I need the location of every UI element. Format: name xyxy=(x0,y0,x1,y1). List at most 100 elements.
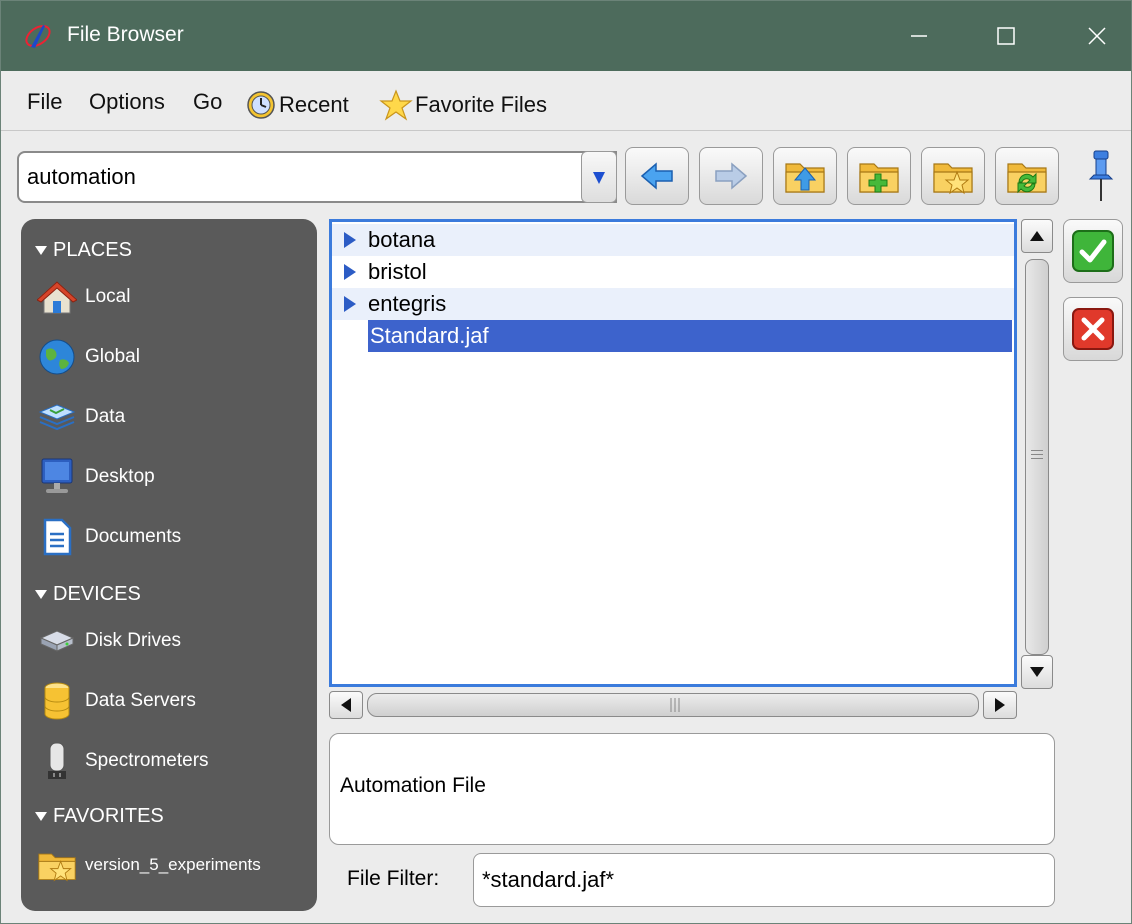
file-name: Standard.jaf xyxy=(368,320,1012,352)
sidebar-item-data-servers[interactable]: Data Servers xyxy=(37,679,307,723)
expand-arrow-icon[interactable] xyxy=(332,264,368,280)
sidebar-item-label: Desktop xyxy=(85,466,155,487)
favorites-header[interactable]: FAVORITES xyxy=(35,805,164,828)
list-item-folder[interactable]: bristol xyxy=(332,256,1014,288)
file-name: bristol xyxy=(368,259,427,284)
minimize-icon xyxy=(911,35,927,37)
maximize-button[interactable] xyxy=(976,1,1036,71)
scroll-down-button[interactable] xyxy=(1021,655,1053,689)
favorites-header-label: FAVORITES xyxy=(53,805,164,827)
ok-button[interactable] xyxy=(1063,219,1123,283)
file-name: entegris xyxy=(368,291,447,316)
menu-file[interactable]: File xyxy=(27,89,62,115)
devices-header[interactable]: DEVICES xyxy=(35,583,141,606)
vertical-scrollbar[interactable] xyxy=(1019,219,1055,689)
file-list[interactable]: botana bristol entegris Standard.jaf xyxy=(329,219,1017,687)
path-combobox xyxy=(17,151,617,203)
new-folder-button[interactable] xyxy=(847,147,911,205)
chevron-down-icon xyxy=(593,172,605,184)
sidebar-item-global[interactable]: Global xyxy=(37,335,307,379)
scroll-left-button[interactable] xyxy=(329,691,363,719)
sidebar-item-label: Documents xyxy=(85,526,182,547)
horizontal-scrollbar[interactable] xyxy=(329,691,1019,721)
home-icon xyxy=(37,277,77,317)
menu-recent-label: Recent xyxy=(279,92,349,117)
sidebar-item-spectrometers[interactable]: Spectrometers xyxy=(37,739,307,783)
clock-icon xyxy=(247,91,275,119)
arrow-up-icon xyxy=(1030,231,1044,241)
sidebar-item-label: Disk Drives xyxy=(85,630,182,651)
vertical-scroll-thumb[interactable] xyxy=(1025,259,1049,655)
disk-drive-icon xyxy=(37,621,77,661)
sidebar-item-label: Data xyxy=(85,406,126,427)
menu-favorite-files[interactable]: Favorite Files xyxy=(379,89,547,121)
path-input[interactable] xyxy=(19,153,585,201)
close-button[interactable] xyxy=(1067,1,1127,71)
sidebar-item-local[interactable]: Local xyxy=(37,275,307,319)
cancel-x-icon xyxy=(1072,308,1114,350)
list-item-folder[interactable]: entegris xyxy=(332,288,1014,320)
menu-recent[interactable]: Recent xyxy=(245,89,349,121)
sidebar-item-disk-drives[interactable]: Disk Drives xyxy=(37,619,307,663)
add-favorite-button[interactable] xyxy=(921,147,985,205)
maximize-icon xyxy=(997,27,1015,45)
sidebar-item-documents[interactable]: Documents xyxy=(37,515,307,559)
file-filter-input[interactable] xyxy=(473,853,1055,907)
document-icon xyxy=(37,517,77,557)
forward-button[interactable] xyxy=(699,147,763,205)
menu-bar: File Options Go Recent Favorite Files xyxy=(1,71,1131,131)
back-button[interactable] xyxy=(625,147,689,205)
cancel-button[interactable] xyxy=(1063,297,1123,361)
checkmark-icon xyxy=(1072,230,1114,272)
places-header[interactable]: PLACES xyxy=(35,239,132,262)
globe-icon xyxy=(37,337,77,377)
list-item-file-selected[interactable]: Standard.jaf xyxy=(332,320,1014,352)
collapse-triangle-icon xyxy=(35,590,47,599)
refresh-button[interactable] xyxy=(995,147,1059,205)
menu-favorite-files-label: Favorite Files xyxy=(415,92,548,117)
minimize-button[interactable] xyxy=(889,1,949,71)
scroll-right-button[interactable] xyxy=(983,691,1017,719)
sidebar-item-label: Spectrometers xyxy=(85,750,209,771)
close-icon xyxy=(1088,27,1106,45)
expand-arrow-icon[interactable] xyxy=(332,296,368,312)
expand-arrow-icon[interactable] xyxy=(332,232,368,248)
parent-folder-button[interactable] xyxy=(773,147,837,205)
menu-options[interactable]: Options xyxy=(89,89,165,115)
folder-add-icon xyxy=(859,163,899,193)
arrow-left-icon xyxy=(640,162,673,190)
places-sidebar: PLACES Local Global Data Desktop Documen… xyxy=(21,219,317,911)
star-icon xyxy=(379,89,413,121)
list-item-folder[interactable]: botana xyxy=(332,224,1014,256)
file-description: Automation File xyxy=(340,774,486,797)
sidebar-item-version-5-experiments[interactable]: version_5_experiments xyxy=(37,843,307,887)
app-logo-icon xyxy=(25,25,51,48)
grip-icon xyxy=(670,698,680,712)
pushpin-icon xyxy=(1088,150,1114,201)
arrow-left-small-icon xyxy=(341,698,351,712)
database-icon xyxy=(37,681,77,721)
window-title: File Browser xyxy=(67,23,184,46)
sidebar-item-data[interactable]: Data xyxy=(37,395,307,439)
scroll-up-button[interactable] xyxy=(1021,219,1053,253)
horizontal-scroll-thumb[interactable] xyxy=(367,693,979,717)
devices-header-label: DEVICES xyxy=(53,583,141,605)
file-filter-label: File Filter: xyxy=(347,867,440,890)
title-bar: File Browser xyxy=(1,1,1131,71)
monitor-icon xyxy=(37,457,77,497)
folder-star-icon xyxy=(933,163,973,195)
sidebar-item-desktop[interactable]: Desktop xyxy=(37,455,307,499)
arrow-right-icon xyxy=(715,162,748,190)
pin-button[interactable] xyxy=(1083,147,1119,205)
collapse-triangle-icon xyxy=(35,246,47,255)
sidebar-item-label: version_5_experiments xyxy=(85,855,261,874)
folder-refresh-icon xyxy=(1007,163,1047,194)
data-layers-icon xyxy=(37,397,77,437)
arrow-right-small-icon xyxy=(995,698,1005,712)
file-browser-window: File Browser File Options Go Recent Favo… xyxy=(0,0,1132,924)
sidebar-item-label: Data Servers xyxy=(85,690,196,711)
favorite-folder-icon xyxy=(37,845,77,885)
path-dropdown-button[interactable] xyxy=(581,151,617,203)
menu-go[interactable]: Go xyxy=(193,89,222,115)
spectrometer-icon xyxy=(37,741,77,781)
